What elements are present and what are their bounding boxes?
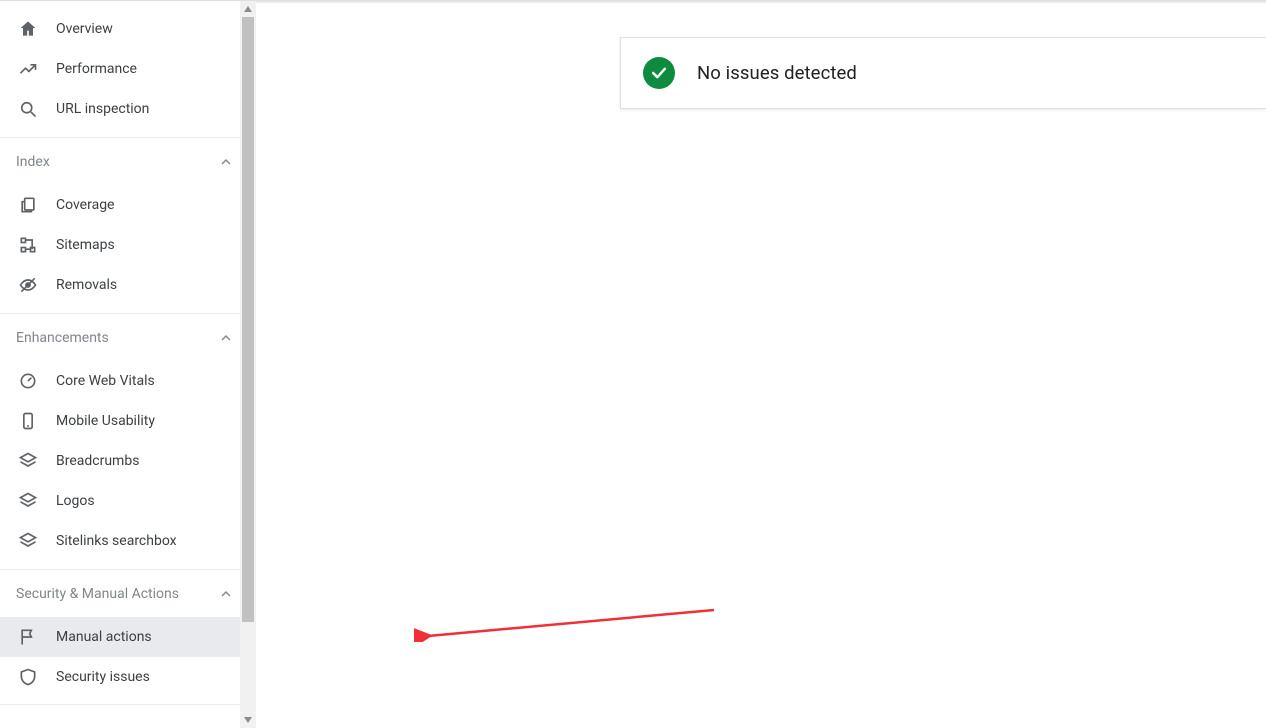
shield-icon (18, 667, 38, 687)
sidebar-item-label: Sitelinks searchbox (56, 533, 177, 549)
sidebar-item-label: Sitemaps (56, 237, 115, 253)
smartphone-icon (18, 411, 38, 431)
scrollbar-track[interactable] (240, 17, 256, 712)
home-icon (18, 19, 38, 39)
sidebar-item-removals[interactable]: Removals (0, 265, 255, 305)
sidebar-group-header-enhancements[interactable]: Enhancements (0, 313, 255, 361)
sidebar-item-label: Performance (56, 61, 137, 77)
sidebar-item-sitemaps[interactable]: Sitemaps (0, 225, 255, 265)
sidebar-item-label: Removals (56, 277, 117, 293)
sidebar-item-manual-actions[interactable]: Manual actions (0, 617, 255, 657)
group-header-label: Security & Manual Actions (16, 586, 179, 602)
sidebar-item-sitelinks-searchbox[interactable]: Sitelinks searchbox (0, 521, 255, 561)
visibility-off-icon (18, 275, 38, 295)
scroll-up-arrow-icon[interactable] (240, 1, 256, 17)
sidebar: Overview Performance URL inspection Inde… (0, 1, 256, 728)
sitemap-icon (18, 235, 38, 255)
success-check-icon (643, 57, 675, 89)
sidebar-item-breadcrumbs[interactable]: Breadcrumbs (0, 441, 255, 481)
layers-icon (18, 451, 38, 471)
sidebar-container: Overview Performance URL inspection Inde… (0, 1, 256, 728)
sidebar-item-mobile-usability[interactable]: Mobile Usability (0, 401, 255, 441)
sidebar-item-label: Breadcrumbs (56, 453, 139, 469)
sidebar-item-coverage[interactable]: Coverage (0, 185, 255, 225)
chevron-up-icon (217, 585, 235, 603)
scroll-down-arrow-icon[interactable] (240, 712, 256, 728)
flag-icon (18, 627, 38, 647)
sidebar-item-logos[interactable]: Logos (0, 481, 255, 521)
trending-up-icon (18, 59, 38, 79)
scrollbar-thumb[interactable] (242, 17, 254, 622)
group-header-label: Index (16, 154, 50, 170)
sidebar-item-url-inspection[interactable]: URL inspection (0, 89, 255, 129)
layers-icon (18, 531, 38, 551)
sidebar-group-header-security[interactable]: Security & Manual Actions (0, 569, 255, 617)
status-card: No issues detected (620, 37, 1266, 109)
sidebar-item-label: Coverage (56, 197, 114, 213)
chevron-up-icon (217, 329, 235, 347)
sidebar-item-label: URL inspection (56, 101, 149, 117)
app-root: Overview Performance URL inspection Inde… (0, 0, 1266, 728)
sidebar-item-label: Manual actions (56, 629, 152, 645)
status-message: No issues detected (697, 62, 857, 84)
pages-icon (18, 195, 38, 215)
sidebar-group-header-index[interactable]: Index (0, 137, 255, 185)
sidebar-item-security-issues[interactable]: Security issues (0, 657, 255, 697)
sidebar-item-performance[interactable]: Performance (0, 49, 255, 89)
group-header-label: Enhancements (16, 330, 109, 346)
sidebar-item-label: Security issues (56, 669, 150, 685)
chevron-up-icon (217, 153, 235, 171)
main-content: No issues detected (256, 1, 1266, 728)
sidebar-scrollbar[interactable] (240, 1, 256, 728)
sidebar-item-core-web-vitals[interactable]: Core Web Vitals (0, 361, 255, 401)
speedometer-icon (18, 371, 38, 391)
sidebar-item-overview[interactable]: Overview (0, 9, 255, 49)
annotation-arrow (414, 606, 724, 642)
layers-icon (18, 491, 38, 511)
sidebar-item-label: Overview (56, 21, 113, 37)
sidebar-item-label: Logos (56, 493, 95, 509)
sidebar-item-label: Core Web Vitals (56, 373, 155, 389)
sidebar-item-label: Mobile Usability (56, 413, 155, 429)
top-shadow (256, 1, 1266, 4)
search-icon (18, 99, 38, 119)
